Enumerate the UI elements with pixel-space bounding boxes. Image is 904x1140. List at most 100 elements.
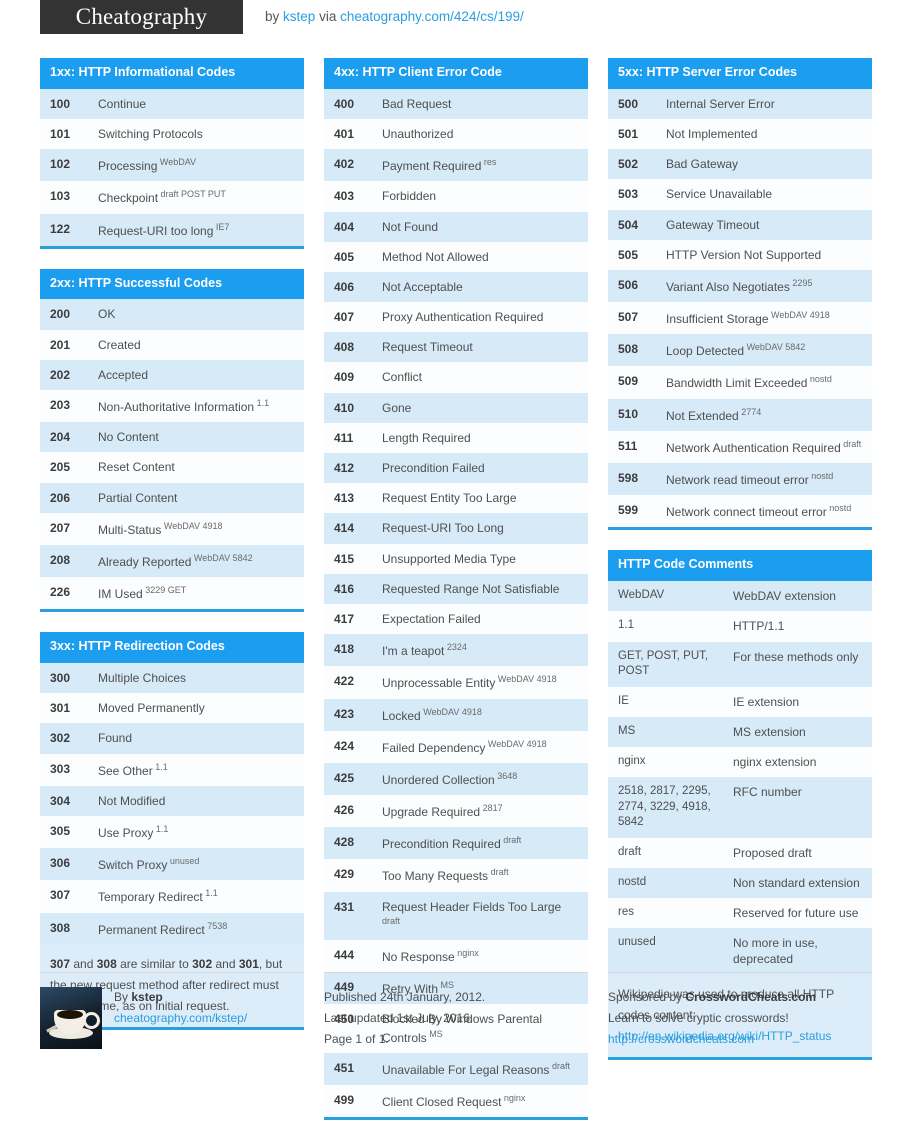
rows-1xx: 100 Continue 101 Switching Protocols 102 Proc… — [40, 88, 304, 246]
table-row: 425 Unordered Collection 3648 — [324, 762, 588, 796]
table-row: 410 Gone — [324, 392, 588, 423]
table-row: 102 Processing WebDAV — [40, 149, 304, 182]
status-description: Failed Dependency WebDAV 4918 — [382, 738, 547, 755]
comment-key: IE — [618, 694, 629, 707]
sponsor-name: CrosswordCheats.com — [685, 990, 817, 1004]
status-code: 403 — [334, 189, 355, 204]
comment-row: 1.1 HTTP/1.1 — [608, 611, 872, 642]
status-description: Non-Authoritative Information 1.1 — [98, 398, 270, 414]
status-description: Processing WebDAV — [98, 157, 197, 174]
comment-key: GET, POST, PUT, POST — [618, 649, 709, 678]
status-description: No Response nginx — [382, 948, 479, 964]
table-row: 401 Unauthorized — [324, 118, 588, 150]
table-row: 505 HTTP Version Not Supported — [608, 239, 872, 270]
table-row: 304 Not Modified — [40, 785, 304, 816]
table-row: 202 Accepted — [40, 359, 304, 390]
status-code: 408 — [334, 340, 355, 355]
status-description: Expectation Failed — [382, 611, 481, 626]
comment-row: WebDAV WebDAV extension — [608, 581, 872, 612]
status-code: 301 — [50, 701, 71, 716]
cheatography-logo: Cheatography — [40, 0, 243, 34]
status-code: 205 — [50, 460, 71, 475]
status-description: Network connect timeout error nostd — [666, 503, 852, 520]
status-annotation: 3648 — [494, 770, 518, 781]
status-code: 425 — [334, 770, 355, 785]
status-description: Permanent Redirect 7538 — [98, 920, 228, 937]
table-row: 408 Request Timeout — [324, 332, 588, 363]
status-description: Already Reported WebDAV 5842 — [98, 552, 253, 569]
status-annotation: WebDAV 4918 — [495, 674, 557, 685]
status-code: 208 — [50, 552, 71, 567]
comment-value: No more in use, deprecated — [733, 936, 818, 967]
table-row: 507 Insufficient Storage WebDAV 4918 — [608, 302, 872, 335]
status-annotation: 3229 GET — [142, 585, 187, 596]
status-annotation: 2324 — [444, 642, 467, 653]
status-description: No Content — [98, 430, 159, 445]
status-description: Client Closed Request nginx — [382, 1092, 526, 1109]
updated-date: Last updated 1st July, 2016. — [324, 1011, 474, 1025]
status-annotation: draft — [500, 835, 522, 846]
table-row: 412 Precondition Failed — [324, 453, 588, 484]
table-row: 306 Switch Proxy unused — [40, 848, 304, 881]
status-description: Locked WebDAV 4918 — [382, 706, 482, 723]
status-description: Request-URI too long IE7 — [98, 221, 230, 238]
status-description: Too Many Requests draft — [382, 867, 509, 884]
table-row: 404 Not Found — [324, 211, 588, 242]
status-description: Network Authentication Required draft — [666, 438, 862, 455]
sponsor-link[interactable]: http://crosswordcheats.com — [608, 1032, 754, 1046]
status-description: Payment Required res — [382, 157, 497, 174]
comment-value: Proposed draft — [733, 845, 812, 860]
card-5xx: 5xx: HTTP Server Error Codes 500 Internal… — [608, 58, 872, 531]
table-row: 402 Payment Required res — [324, 149, 588, 182]
author-profile-link[interactable]: cheatography.com/kstep/ — [114, 1011, 247, 1025]
status-annotation: nostd — [826, 503, 852, 514]
rows-3xx: 300 Multiple Choices 301 Moved Permanently 3… — [40, 663, 304, 945]
comment-row: MS MS extension — [608, 716, 872, 747]
cheatsheet-url-link[interactable]: cheatography.com/424/cs/199/ — [340, 9, 524, 24]
status-code: 504 — [618, 217, 639, 232]
status-code: 598 — [618, 471, 639, 485]
sponsor-label: Sponsored by — [608, 990, 683, 1004]
status-description: I'm a teapot 2324 — [382, 642, 467, 659]
status-annotation: WebDAV 4918 — [768, 310, 830, 321]
status-description: Temporary Redirect 1.1 — [98, 888, 218, 905]
table-row: 403 Forbidden — [324, 181, 588, 212]
card-header-3xx: 3xx: HTTP Redirection Codes — [40, 632, 304, 664]
status-code: 411 — [334, 430, 354, 445]
status-description: Switching Protocols — [98, 126, 203, 141]
footer-author: By kstep cheatography.com/kstep/ — [40, 972, 304, 1050]
status-code: 502 — [618, 157, 639, 172]
status-code: 306 — [50, 856, 71, 871]
comment-key: 1.1 — [618, 619, 634, 632]
comment-row: GET, POST, PUT, POST For these methods on… — [608, 641, 872, 687]
status-code: 451 — [334, 1060, 355, 1075]
comment-row: 2518, 2817, 2295, 2774, 3229, 4918, 5842… — [608, 777, 872, 838]
status-code: 510 — [618, 406, 639, 421]
card-header-1xx: 1xx: HTTP Informational Codes — [40, 58, 304, 89]
status-code: 503 — [618, 187, 639, 202]
author-name: kstep — [131, 990, 163, 1004]
comment-value: Non standard extension — [733, 875, 860, 890]
status-code: 412 — [334, 461, 355, 475]
status-code: 201 — [50, 337, 71, 352]
status-code: 509 — [618, 374, 639, 389]
column-right: 5xx: HTTP Server Error Codes 500 Internal… — [608, 58, 872, 1080]
status-description: Unsupported Media Type — [382, 551, 516, 566]
comment-value: HTTP/1.1 — [733, 619, 785, 634]
status-description: Request-URI Too Long — [382, 521, 504, 536]
comment-value: MS extension — [733, 724, 806, 739]
status-code: 102 — [50, 157, 71, 172]
status-code: 303 — [50, 761, 71, 776]
table-row: 122 Request-URI too long IE7 — [40, 213, 304, 246]
table-row: 416 Requested Range Not Satisfiable — [324, 573, 588, 604]
author-link[interactable]: kstep — [283, 9, 315, 24]
status-description: Insufficient Storage WebDAV 4918 — [666, 310, 830, 327]
table-row: 415 Unsupported Media Type — [324, 543, 588, 574]
card-header-comments: HTTP Code Comments — [608, 550, 872, 582]
status-annotation: WebDAV 4918 — [485, 738, 547, 749]
comment-key: 2518, 2817, 2295, 2774, 3229, 4918, 5842 — [618, 785, 711, 829]
comment-value: WebDAV extension — [733, 589, 836, 604]
status-code: 505 — [618, 247, 639, 262]
status-code: 204 — [50, 430, 71, 445]
published-date: Published 24th January, 2012. — [324, 990, 486, 1004]
